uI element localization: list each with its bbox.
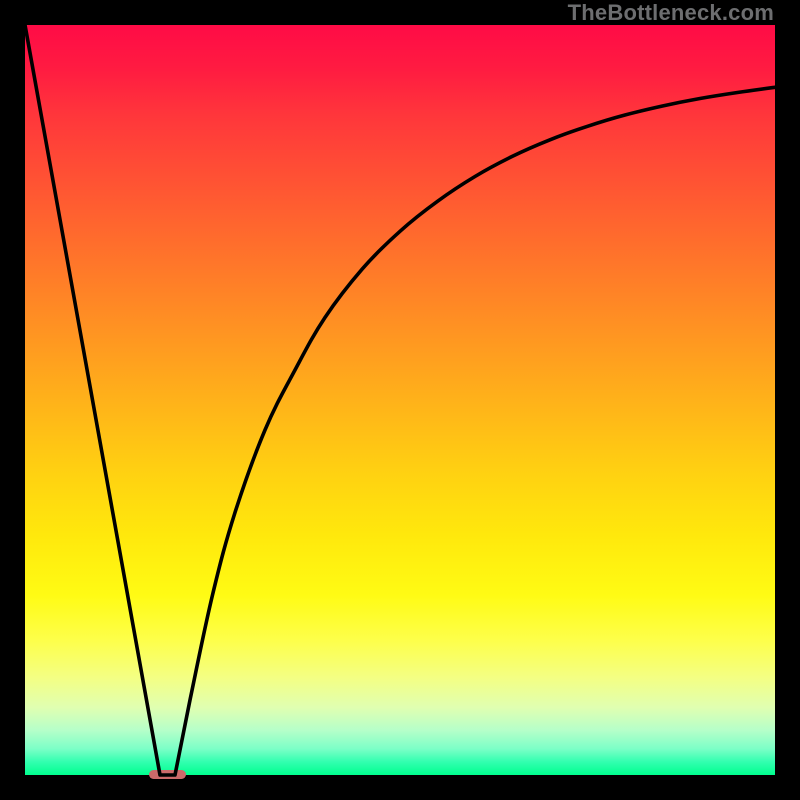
- plot-area: [25, 25, 775, 775]
- chart-frame: TheBottleneck.com: [0, 0, 800, 800]
- watermark-text: TheBottleneck.com: [568, 0, 774, 26]
- curve-layer: [25, 25, 775, 775]
- bottleneck-curve: [25, 25, 775, 775]
